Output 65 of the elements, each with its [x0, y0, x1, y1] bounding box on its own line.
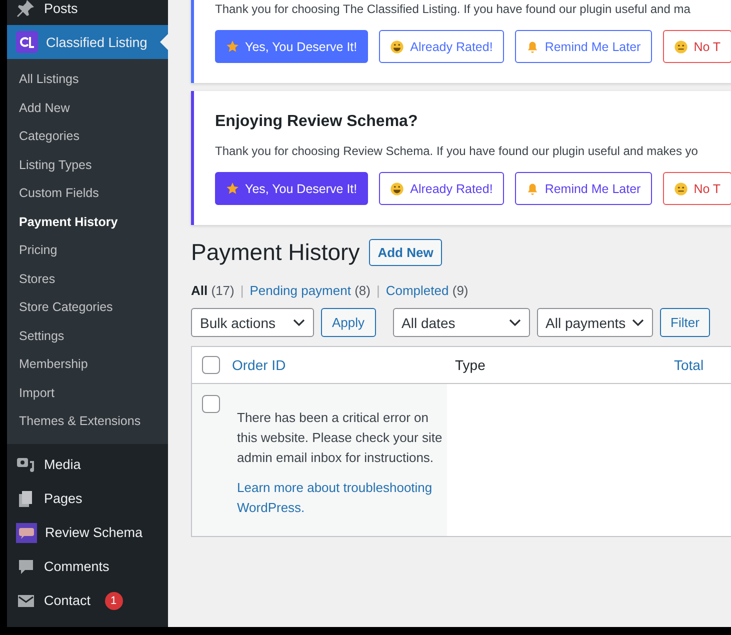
submenu-item[interactable]: All Listings	[7, 65, 168, 94]
checkbox[interactable]	[202, 395, 220, 413]
notification-badge: 1	[104, 592, 123, 610]
submenu-item[interactable]: Membership	[7, 350, 168, 378]
notice-button[interactable]: No T	[662, 30, 731, 63]
dates-select[interactable]: All dates	[392, 308, 530, 337]
notice-button[interactable]: No T	[662, 172, 731, 205]
star-icon	[226, 182, 239, 195]
submenu-item[interactable]: Settings	[7, 322, 168, 350]
submenu-item[interactable]: Stores	[7, 264, 168, 293]
submenu-item[interactable]: Import	[7, 378, 168, 407]
checkbox[interactable]	[202, 356, 220, 374]
menu-item[interactable]: Pages	[7, 482, 168, 516]
neutral-face-icon	[674, 182, 688, 196]
notice-button[interactable]: Remind Me Later	[514, 30, 652, 63]
notice-button[interactable]: Yes, You Deserve It!	[215, 30, 368, 63]
column-header: Type	[455, 357, 486, 373]
smiley-icon	[390, 182, 404, 196]
payments-select[interactable]: All payments	[536, 308, 653, 337]
chevron-down-icon	[508, 318, 521, 326]
bulk-actions-select[interactable]: Bulk actions	[191, 308, 314, 337]
filter-button[interactable]: Filter	[660, 308, 710, 337]
apply-button[interactable]: Apply	[321, 308, 376, 337]
chevron-down-icon	[293, 318, 305, 326]
notice-button[interactable]: Already Rated!	[379, 172, 504, 205]
submenu-item[interactable]: Pricing	[7, 236, 168, 264]
notice-button[interactable]: Already Rated!	[379, 30, 504, 63]
submenu-item[interactable]: Categories	[7, 122, 168, 150]
notice-button[interactable]: Remind Me Later	[514, 172, 652, 205]
menu-item[interactable]: Comments	[7, 550, 168, 584]
logo-icon	[16, 31, 38, 53]
error-message: There has been a critical error on this website. Please check your site admin email inbox for instructions.	[237, 409, 444, 467]
submenu-item[interactable]: Add New	[7, 94, 168, 122]
bell-icon	[526, 182, 539, 196]
pin-icon	[16, 0, 36, 18]
submenu-item[interactable]: Listing Types	[7, 150, 168, 179]
column-header[interactable]: Total	[674, 357, 731, 373]
menu-item[interactable]: Review Schema	[7, 516, 168, 550]
notice-title: Enjoying Review Schema?	[215, 112, 419, 131]
notice-button[interactable]: Yes, You Deserve It!	[215, 172, 368, 205]
smiley-icon	[390, 40, 404, 54]
submenu-item[interactable]: Store Categories	[7, 293, 168, 322]
submenu-item[interactable]: Themes & Extensions	[7, 407, 168, 436]
menu-item[interactable]: Media	[7, 448, 168, 482]
view-link[interactable]: Completed (9)	[386, 283, 468, 298]
column-header[interactable]: Order ID	[232, 357, 455, 373]
menu-item[interactable]: Contact 1	[7, 584, 168, 618]
page-title: Payment History	[191, 239, 360, 266]
submenu-item[interactable]: Custom Fields	[7, 179, 168, 208]
separator: |	[240, 283, 244, 298]
troubleshooting-link[interactable]: Learn more about troubleshooting WordPress.	[237, 478, 447, 518]
neutral-face-icon	[674, 40, 688, 54]
submenu-item[interactable]: Payment History	[7, 208, 168, 236]
menu-item[interactable]: Posts	[7, 0, 168, 25]
view-link[interactable]: All (17)	[191, 283, 234, 298]
review-icon	[16, 522, 37, 542]
star-icon	[226, 40, 239, 53]
bell-icon	[526, 40, 539, 54]
notice-text: Thank you for choosing Review Schema. If you have found our plugin useful and makes yo	[215, 144, 699, 158]
view-link[interactable]: Pending payment (8)	[250, 283, 370, 298]
notice-text: Thank you for choosing The Classified Listing. If you have found our plugin useful and ma	[215, 2, 692, 16]
menu-item[interactable]: Classified Listing	[7, 25, 168, 59]
chevron-down-icon	[632, 318, 644, 326]
add-new-button[interactable]: Add New	[368, 239, 442, 266]
separator: |	[376, 283, 380, 298]
